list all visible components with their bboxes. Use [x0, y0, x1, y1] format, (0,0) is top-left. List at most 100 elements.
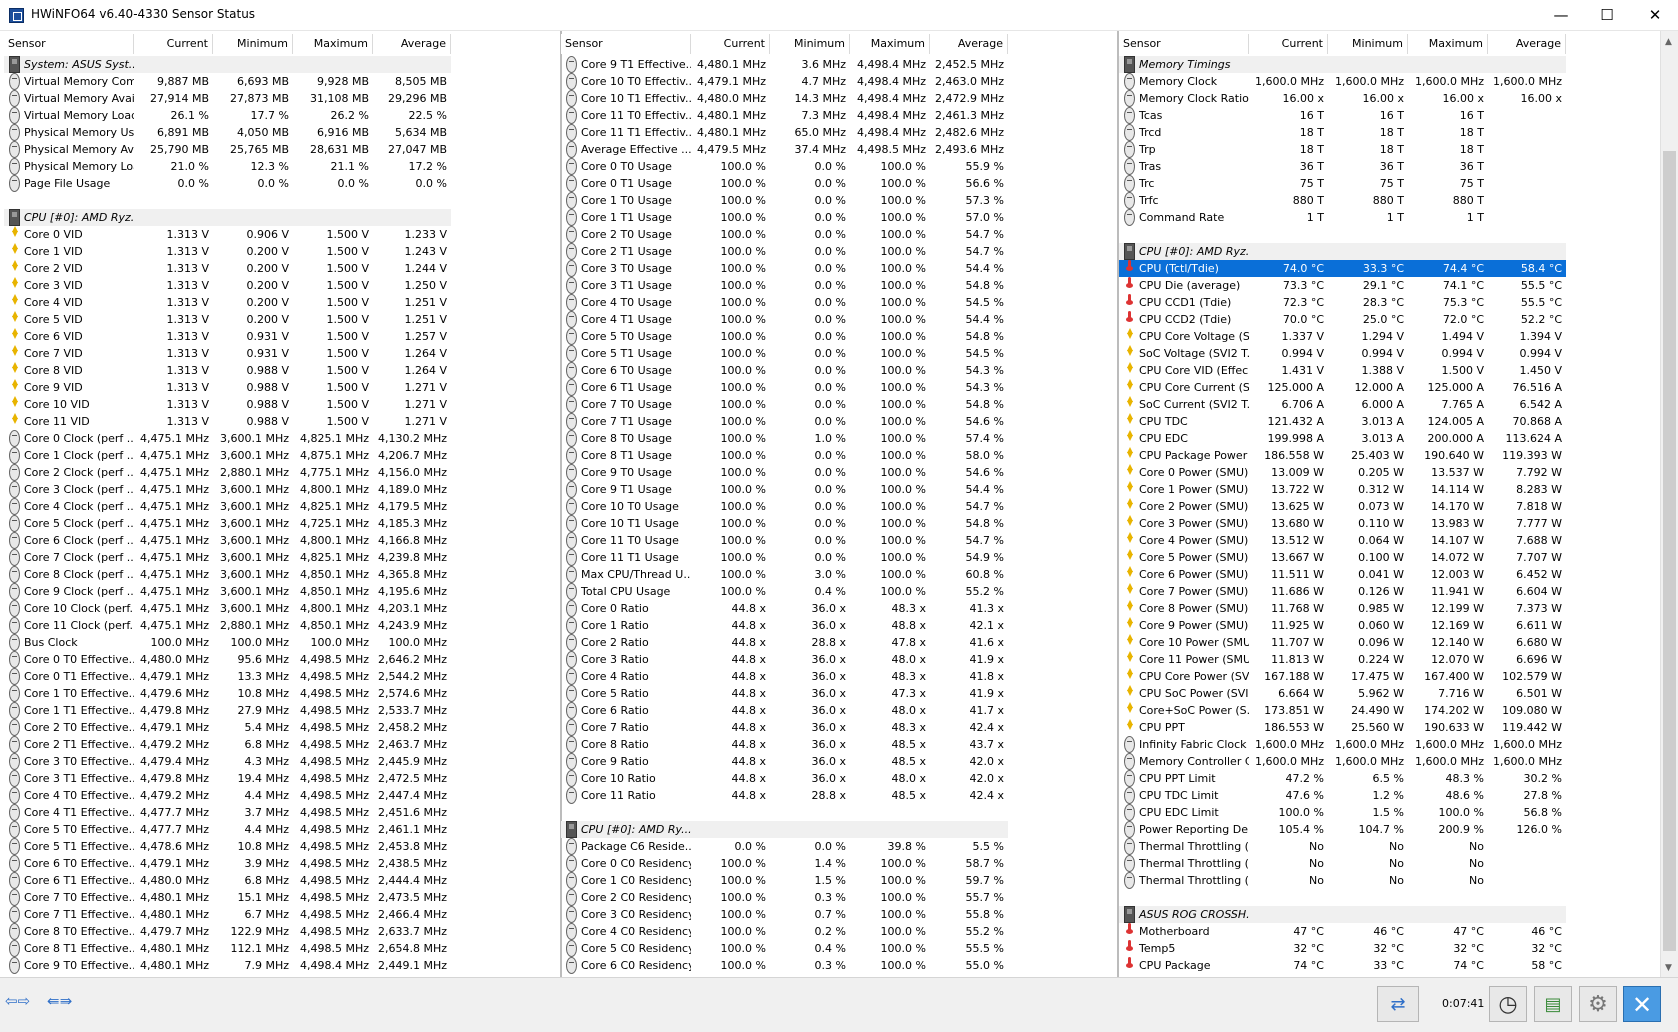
vertical-scrollbar[interactable]: ▲ ▼	[1660, 31, 1678, 977]
previous-next-arrows-icon[interactable]: ⇦⇨	[5, 992, 30, 1010]
sensor-group-header[interactable]: CPU [#0]: AMD Ryz...	[4, 209, 451, 226]
sensor-row[interactable]: Tras 36 T 36 T 36 T	[1119, 158, 1566, 175]
scroll-up-arrow[interactable]: ▲	[1665, 37, 1672, 47]
header-current[interactable]: Current	[134, 34, 213, 54]
sensor-row[interactable]: Core 9 Clock (perf ... 4,475.1 MHz 3,600.1…	[4, 583, 451, 600]
settings-button[interactable]: ⚙	[1579, 986, 1617, 1022]
close-window-button[interactable]: ✕	[1632, 0, 1678, 31]
sensor-row[interactable]: Command Rate 1 T 1 T 1 T	[1119, 209, 1566, 226]
sensor-row[interactable]: Core 4 T0 Usage 100.0 % 0.0 % 100.0 % 54.5 %	[561, 294, 1008, 311]
sensor-row[interactable]: Core 0 VID 1.313 V 0.906 V 1.500 V 1.233 V	[4, 226, 451, 243]
sensor-row[interactable]: CPU TDC Limit 47.6 % 1.2 % 48.6 % 27.8 %	[1119, 787, 1566, 804]
sensor-row[interactable]: Core 6 T1 Usage 100.0 % 0.0 % 100.0 % 54.3 %	[561, 379, 1008, 396]
sensor-row[interactable]: Core 11 T0 Effectiv... 4,480.1 MHz 7.3 MHz…	[561, 107, 1008, 124]
sensor-row[interactable]: CPU CCD1 (Tdie) 72.3 °C 28.3 °C 75.3 °C 55.5…	[1119, 294, 1566, 311]
sensor-row[interactable]: Core 7 T1 Usage 100.0 % 0.0 % 100.0 % 54.6 %	[561, 413, 1008, 430]
sensor-row[interactable]: Core 4 Clock (perf ... 4,475.1 MHz 3,600.1…	[4, 498, 451, 515]
sensor-group-header[interactable]: CPU [#0]: AMD Ry...	[561, 821, 1008, 838]
sensor-row[interactable]: Core 10 T1 Effectiv... 4,480.0 MHz 14.3 MH…	[561, 90, 1008, 107]
sensor-row[interactable]: Core 10 Clock (perf... 4,475.1 MHz 3,600.1…	[4, 600, 451, 617]
sensor-row[interactable]: Core 6 T0 Effective... 4,479.1 MHz 3.9 MHz…	[4, 855, 451, 872]
header-sensor[interactable]: Sensor	[1119, 34, 1249, 54]
sensor-row[interactable]: Motherboard 47 °C 46 °C 47 °C 46 °C	[1119, 923, 1566, 940]
sensor-row[interactable]: Core 9 T1 Effective... 4,480.1 MHz 3.6 MHz…	[561, 56, 1008, 73]
sensor-row[interactable]: Core 4 VID 1.313 V 0.200 V 1.500 V 1.251 V	[4, 294, 451, 311]
header-average[interactable]: Average	[930, 34, 1008, 54]
sensor-row[interactable]: Core 5 C0 Residency 100.0 % 0.4 % 100.0 % 55…	[561, 940, 1008, 957]
sensor-row[interactable]: Page File Usage 0.0 % 0.0 % 0.0 % 0.0 %	[4, 175, 451, 192]
sensor-row[interactable]: Core 0 Clock (perf ... 4,475.1 MHz 3,600.1…	[4, 430, 451, 447]
sensor-row[interactable]: Core 5 VID 1.313 V 0.200 V 1.500 V 1.251 V	[4, 311, 451, 328]
sensor-row[interactable]: Temp5 32 °C 32 °C 32 °C 32 °C	[1119, 940, 1566, 957]
sensor-row[interactable]: Memory Clock Ratio 16.00 x 16.00 x 16.00 x 1…	[1119, 90, 1566, 107]
sensor-row[interactable]: Core 4 T1 Effective... 4,477.7 MHz 3.7 MHz…	[4, 804, 451, 821]
sensor-row[interactable]: Core 6 C0 Residency 100.0 % 0.3 % 100.0 % 55…	[561, 957, 1008, 974]
sensor-row[interactable]: Core 3 Clock (perf ... 4,475.1 MHz 3,600.1…	[4, 481, 451, 498]
sensor-group-header[interactable]: System: ASUS Syst...	[4, 56, 451, 73]
sensor-row[interactable]: Core 5 Power (SMU) 13.667 W 0.100 W 14.072 …	[1119, 549, 1566, 566]
sensor-row[interactable]: Trfc 880 T 880 T 880 T	[1119, 192, 1566, 209]
sensor-row[interactable]: Physical Memory Used 6,891 MB 4,050 MB 6,91…	[4, 124, 451, 141]
sensor-row[interactable]: Average Effective ... 4,479.5 MHz 37.4 MHz…	[561, 141, 1008, 158]
sensor-row[interactable]: Core 9 VID 1.313 V 0.988 V 1.500 V 1.271 V	[4, 379, 451, 396]
sensor-row[interactable]: Core 1 Power (SMU) 13.722 W 0.312 W 14.114 …	[1119, 481, 1566, 498]
sensor-row[interactable]: CPU Core VID (Effec... 1.431 V 1.388 V 1.50…	[1119, 362, 1566, 379]
sensor-row[interactable]: Core 1 T0 Effective... 4,479.6 MHz 10.8 MH…	[4, 685, 451, 702]
sensor-row[interactable]: Virtual Memory Load 26.1 % 17.7 % 26.2 % 22.…	[4, 107, 451, 124]
header-sensor[interactable]: Sensor	[4, 34, 134, 54]
sensor-row[interactable]: Core 6 T1 Effective... 4,480.0 MHz 6.8 MHz…	[4, 872, 451, 889]
sensor-row[interactable]: Core 3 Power (SMU) 13.680 W 0.110 W 13.983 …	[1119, 515, 1566, 532]
sensor-row[interactable]: Trc 75 T 75 T 75 T	[1119, 175, 1566, 192]
sensor-row[interactable]: Core 2 T0 Effective... 4,479.1 MHz 5.4 MHz…	[4, 719, 451, 736]
sensor-row[interactable]: CPU CCD2 (Tdie) 70.0 °C 25.0 °C 72.0 °C 52.2…	[1119, 311, 1566, 328]
sensor-row[interactable]: Core 7 Clock (perf ... 4,475.1 MHz 3,600.1…	[4, 549, 451, 566]
sensor-row[interactable]: Core 10 T0 Usage 100.0 % 0.0 % 100.0 % 54.7 …	[561, 498, 1008, 515]
sensor-row[interactable]: CPU Die (average) 73.3 °C 29.1 °C 74.1 °C 55…	[1119, 277, 1566, 294]
sensor-row[interactable]: SoC Current (SVI2 T... 6.706 A 6.000 A 7.76…	[1119, 396, 1566, 413]
sensor-row[interactable]: Memory Controller C... 1,600.0 MHz 1,600.0…	[1119, 753, 1566, 770]
sensor-row[interactable]: Core 0 Power (SMU) 13.009 W 0.205 W 13.537 …	[1119, 464, 1566, 481]
sensor-row[interactable]: Core 10 Power (SMU) 11.707 W 0.096 W 12.140…	[1119, 634, 1566, 651]
sensor-row[interactable]: Core 2 T1 Usage 100.0 % 0.0 % 100.0 % 54.7 %	[561, 243, 1008, 260]
sensor-row[interactable]: Core 7 T0 Effective... 4,480.1 MHz 15.1 MH…	[4, 889, 451, 906]
sensor-row[interactable]: CPU EDC 199.998 A 3.013 A 200.000 A 113.624 …	[1119, 430, 1566, 447]
scrollbar-thumb[interactable]	[1663, 151, 1676, 951]
sensor-row[interactable]: Tcas 16 T 16 T 16 T	[1119, 107, 1566, 124]
sensor-row[interactable]: Core 6 T0 Usage 100.0 % 0.0 % 100.0 % 54.3 %	[561, 362, 1008, 379]
sensor-row[interactable]: Core 4 C0 Residency 100.0 % 0.2 % 100.0 % 55…	[561, 923, 1008, 940]
sensor-row[interactable]: Core 6 VID 1.313 V 0.931 V 1.500 V 1.257 V	[4, 328, 451, 345]
header-sensor[interactable]: Sensor	[561, 34, 691, 54]
header-average[interactable]: Average	[373, 34, 451, 54]
sensor-row[interactable]: Physical Memory Load 21.0 % 12.3 % 21.1 % 17…	[4, 158, 451, 175]
network-button[interactable]: ⇄	[1377, 986, 1419, 1022]
sensor-row[interactable]: Core 8 Ratio 44.8 x 36.0 x 48.5 x 43.7 x	[561, 736, 1008, 753]
sensor-row[interactable]: Core 5 Clock (perf ... 4,475.1 MHz 3,600.1…	[4, 515, 451, 532]
sensor-row[interactable]: Core 2 C0 Residency 100.0 % 0.3 % 100.0 % 55…	[561, 889, 1008, 906]
sensor-row[interactable]: Core 11 VID 1.313 V 0.988 V 1.500 V 1.271 V	[4, 413, 451, 430]
sensor-row[interactable]: CPU SoC Power (SVI... 6.664 W 5.962 W 7.716…	[1119, 685, 1566, 702]
sensor-row[interactable]: Core 4 T0 Effective... 4,479.2 MHz 4.4 MHz…	[4, 787, 451, 804]
sensor-row[interactable]: Core 3 VID 1.313 V 0.200 V 1.500 V 1.250 V	[4, 277, 451, 294]
sensor-row[interactable]: CPU TDC 121.432 A 3.013 A 124.005 A 70.868 A	[1119, 413, 1566, 430]
sensor-row[interactable]: Core 5 Ratio 44.8 x 36.0 x 47.3 x 41.9 x	[561, 685, 1008, 702]
fast-forward-arrows-icon[interactable]: ⇚⇛	[47, 992, 72, 1010]
sensor-row[interactable]: Core 2 VID 1.313 V 0.200 V 1.500 V 1.244 V	[4, 260, 451, 277]
sensor-row[interactable]: Core 8 VID 1.313 V 0.988 V 1.500 V 1.264 V	[4, 362, 451, 379]
sensor-row[interactable]: Core+SoC Power (S... 173.851 W 24.490 W 174…	[1119, 702, 1566, 719]
sensor-row[interactable]: Core 10 T0 Effectiv... 4,479.1 MHz 4.7 MHz…	[561, 73, 1008, 90]
sensor-group-header[interactable]: Memory Timings	[1119, 56, 1566, 73]
sensor-row[interactable]: CPU Package 74 °C 33 °C 74 °C 58 °C	[1119, 957, 1566, 974]
sensor-row[interactable]: Memory Clock 1,600.0 MHz 1,600.0 MHz 1,600.…	[1119, 73, 1566, 90]
header-average[interactable]: Average	[1488, 34, 1566, 54]
sensor-row[interactable]: Core 3 T1 Effective... 4,479.8 MHz 19.4 MH…	[4, 770, 451, 787]
minimize-button[interactable]: —	[1538, 0, 1584, 31]
header-current[interactable]: Current	[1249, 34, 1328, 54]
sensor-row[interactable]: Core 7 VID 1.313 V 0.931 V 1.500 V 1.264 V	[4, 345, 451, 362]
sensor-row[interactable]: Core 4 T1 Usage 100.0 % 0.0 % 100.0 % 54.4 %	[561, 311, 1008, 328]
sensor-row[interactable]: Core 11 Ratio 44.8 x 28.8 x 48.5 x 42.4 x	[561, 787, 1008, 804]
sensor-row[interactable]: Package C6 Reside... 0.0 % 0.0 % 39.8 % 5.5 …	[561, 838, 1008, 855]
sensor-row[interactable]: Core 1 C0 Residency 100.0 % 1.5 % 100.0 % 59…	[561, 872, 1008, 889]
scroll-down-arrow[interactable]: ▼	[1665, 963, 1672, 973]
sensor-row[interactable]: Core 7 T1 Effective... 4,480.1 MHz 6.7 MHz…	[4, 906, 451, 923]
sensor-row[interactable]: Core 0 T1 Usage 100.0 % 0.0 % 100.0 % 56.6 %	[561, 175, 1008, 192]
